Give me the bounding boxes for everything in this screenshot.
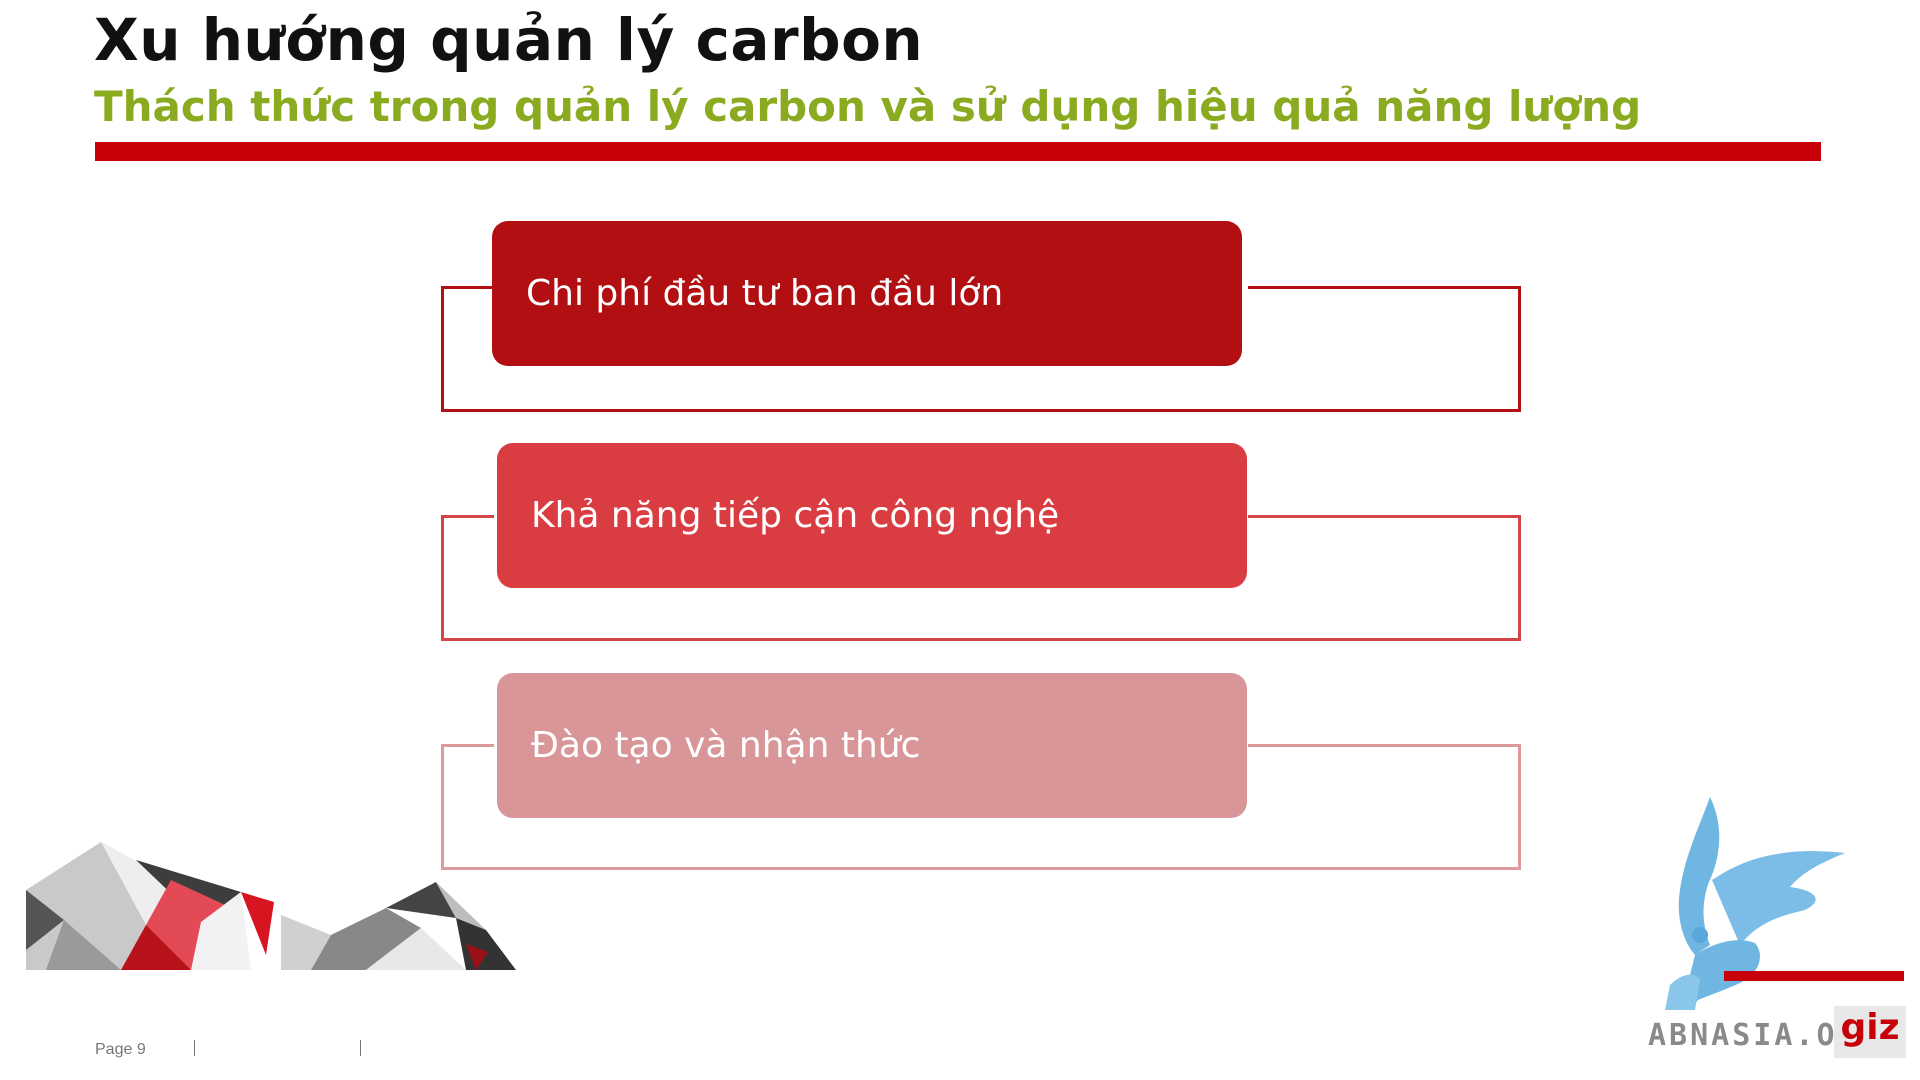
challenge-box-2: Khả năng tiếp cận công nghệ [497, 443, 1247, 588]
page-number: Page 9 [95, 1041, 146, 1058]
griffin-logo-icon [1665, 797, 1845, 1010]
challenge-label-2: Khả năng tiếp cận công nghệ [531, 495, 1060, 536]
slide-subtitle: Thách thức trong quản lý carbon và sử dụ… [94, 82, 1642, 131]
challenge-box-1: Chi phí đầu tư ban đầu lớn [492, 221, 1242, 366]
challenge-box-3: Đào tạo và nhận thức [497, 673, 1247, 818]
giz-logo: giz [1834, 1006, 1906, 1058]
title-divider [95, 142, 1821, 161]
challenge-label-1: Chi phí đầu tư ban đầu lớn [526, 273, 1004, 314]
logo-divider [1724, 971, 1904, 981]
footer-separator-1 [194, 1040, 195, 1056]
footer-separator-2 [360, 1040, 361, 1056]
polygon-mountain-icon [26, 842, 516, 970]
challenge-label-3: Đào tạo và nhận thức [531, 725, 921, 766]
slide-title: Xu hướng quản lý carbon [94, 6, 924, 74]
